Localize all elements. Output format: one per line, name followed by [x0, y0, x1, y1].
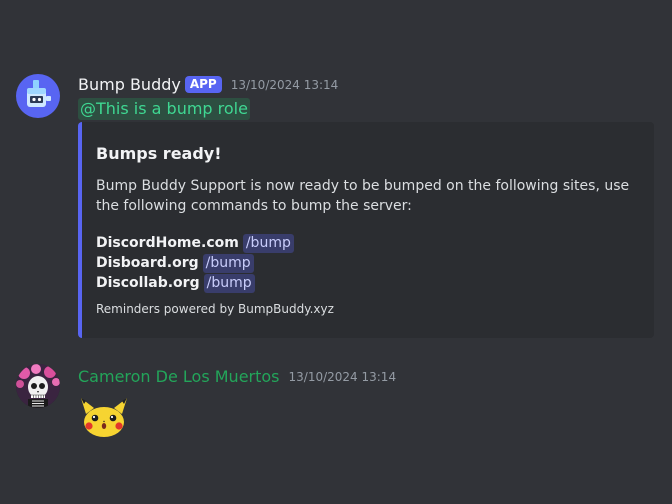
- embed-title: Bumps ready!: [96, 144, 222, 163]
- pikachu-icon: [81, 398, 127, 437]
- author-name[interactable]: Cameron De Los Muertos: [78, 367, 280, 386]
- bump-site: Discollab.org: [96, 275, 200, 291]
- bump-line: Discollab.org /bump: [96, 273, 294, 293]
- bump-site: Disboard.org: [96, 255, 199, 271]
- bump-line: Disboard.org /bump: [96, 253, 294, 273]
- bump-list: DiscordHome.com /bump Disboard.org /bump…: [96, 233, 294, 293]
- slash-command[interactable]: /bump: [203, 273, 255, 293]
- bump-line: DiscordHome.com /bump: [96, 233, 294, 253]
- surprised-pikachu-sticker[interactable]: [78, 394, 130, 438]
- robot-icon: [27, 80, 51, 107]
- author-name[interactable]: Bump Buddy: [78, 75, 181, 94]
- slash-command[interactable]: /bump: [202, 253, 254, 273]
- slash-command[interactable]: /bump: [242, 233, 294, 253]
- skull-avatar-icon: [16, 364, 60, 408]
- cameron-avatar[interactable]: [16, 364, 60, 408]
- message-timestamp[interactable]: 13/10/2024 13:14: [231, 78, 339, 92]
- embed: Bumps ready! Bump Buddy Support is now r…: [78, 122, 654, 338]
- message-header: Bump Buddy APP 13/10/2024 13:14: [78, 75, 338, 94]
- embed-footer: Reminders powered by BumpBuddy.xyz: [96, 302, 334, 316]
- role-mention[interactable]: @This is a bump role: [78, 98, 250, 120]
- bump-site: DiscordHome.com: [96, 235, 239, 251]
- bump-buddy-avatar[interactable]: [16, 74, 60, 118]
- app-badge: APP: [184, 76, 222, 93]
- message-timestamp[interactable]: 13/10/2024 13:14: [289, 370, 397, 384]
- embed-description: Bump Buddy Support is now ready to be bu…: [96, 178, 630, 214]
- message-header: Cameron De Los Muertos 13/10/2024 13:14: [78, 367, 396, 386]
